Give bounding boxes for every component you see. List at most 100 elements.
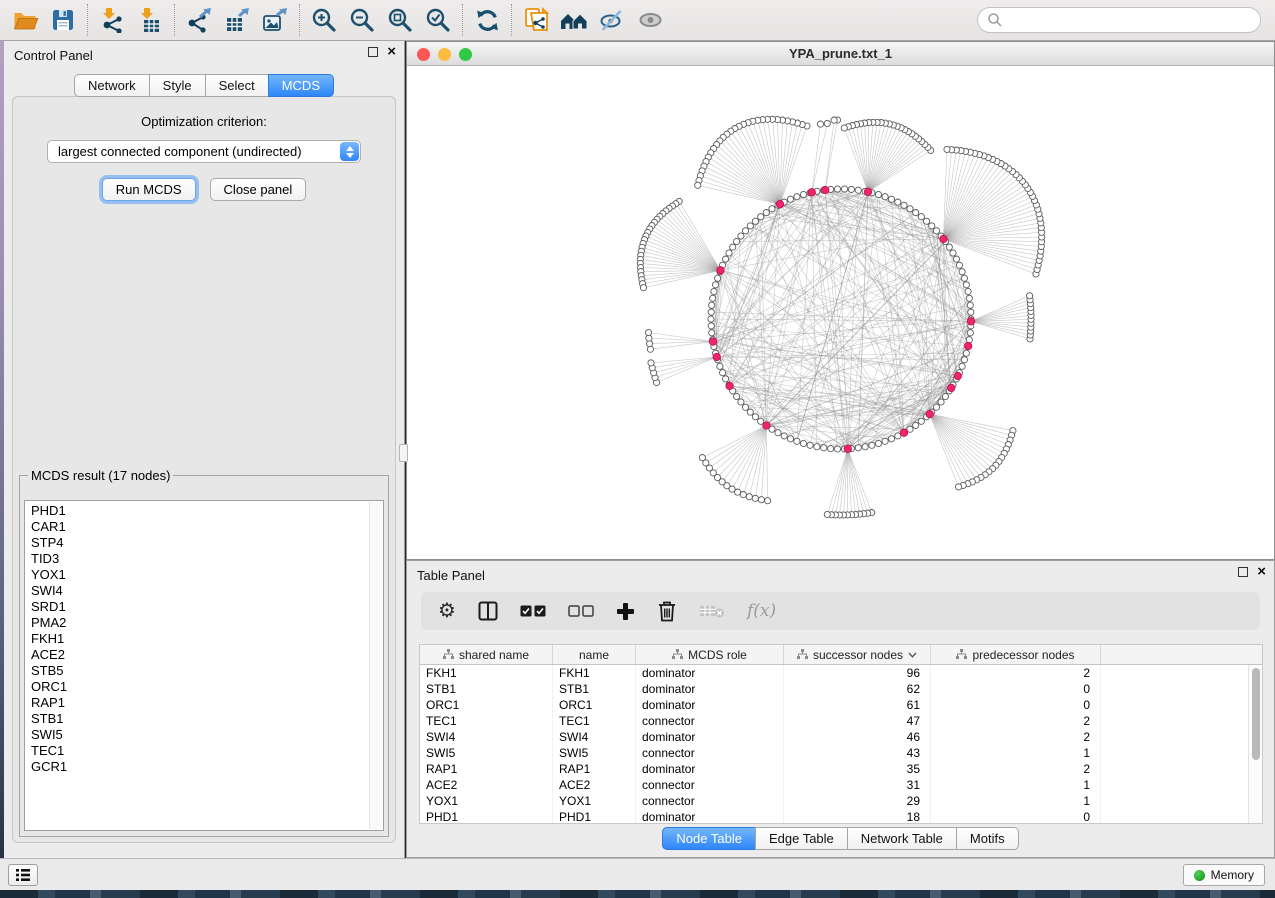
network-canvas[interactable] (407, 66, 1274, 559)
show-all-icon[interactable] (631, 3, 669, 37)
network-node[interactable] (855, 187, 861, 193)
network-node[interactable] (953, 256, 959, 262)
network-node[interactable] (752, 218, 758, 224)
tab-style[interactable]: Style (149, 74, 206, 97)
network-node[interactable] (869, 442, 875, 448)
mcds-hub-node[interactable] (948, 384, 955, 391)
network-node[interactable] (711, 288, 717, 294)
network-node[interactable] (746, 494, 752, 500)
network-node[interactable] (765, 498, 771, 504)
mcds-hub-node[interactable] (965, 342, 972, 349)
network-node[interactable] (800, 440, 806, 446)
select-all-icon[interactable] (520, 605, 546, 617)
network-node[interactable] (1027, 293, 1033, 299)
delete-column-icon[interactable] (657, 600, 677, 622)
network-node[interactable] (794, 194, 800, 200)
network-node[interactable] (933, 228, 939, 234)
network-node[interactable] (794, 438, 800, 444)
column-header-name[interactable]: name (553, 645, 636, 664)
mcds-result-item[interactable]: PHD1 (31, 503, 383, 519)
open-file-icon[interactable] (6, 3, 44, 37)
network-node[interactable] (946, 244, 952, 250)
network-node[interactable] (747, 223, 753, 229)
network-node[interactable] (895, 199, 901, 205)
network-node[interactable] (938, 399, 944, 405)
network-node[interactable] (965, 288, 971, 294)
export-network-icon[interactable] (180, 3, 218, 37)
network-node[interactable] (769, 206, 775, 212)
tab-motifs[interactable]: Motifs (956, 827, 1019, 850)
network-node[interactable] (956, 484, 962, 490)
network-node[interactable] (966, 337, 972, 343)
mcds-result-item[interactable]: CAR1 (31, 519, 383, 535)
column-header-MCDS-role[interactable]: MCDS role (636, 645, 784, 664)
close-panel-icon[interactable]: × (387, 47, 396, 57)
table-row-TEC1[interactable]: TEC1TEC1connector472 (420, 713, 1262, 729)
network-node[interactable] (699, 455, 705, 461)
minimize-window-icon[interactable] (438, 48, 451, 61)
network-node[interactable] (963, 282, 969, 288)
network-node[interactable] (944, 146, 950, 152)
network-node[interactable] (841, 125, 847, 131)
table-row-PHD1[interactable]: PHD1PHD1dominator180 (420, 809, 1262, 824)
network-node[interactable] (709, 302, 715, 308)
network-node[interactable] (775, 430, 781, 436)
table-scrollbar[interactable] (1248, 665, 1262, 823)
network-node[interactable] (726, 250, 732, 256)
network-node[interactable] (875, 191, 881, 197)
memory-button[interactable]: Memory (1183, 864, 1265, 886)
network-node[interactable] (720, 370, 726, 376)
network-node[interactable] (848, 186, 854, 192)
network-node[interactable] (967, 302, 973, 308)
column-header-shared-name[interactable]: shared name (420, 645, 553, 664)
table-row-FKH1[interactable]: FKH1FKH1dominator962 (420, 665, 1262, 681)
mcds-result-item[interactable]: ORC1 (31, 679, 383, 695)
network-node[interactable] (834, 186, 840, 192)
run-mcds-button[interactable]: Run MCDS (102, 178, 196, 201)
network-node[interactable] (966, 295, 972, 301)
float-panel-icon[interactable] (1238, 567, 1248, 577)
network-node[interactable] (708, 316, 714, 322)
mcds-hub-node[interactable] (709, 338, 716, 345)
mcds-hub-node[interactable] (926, 410, 933, 417)
network-node[interactable] (747, 409, 753, 415)
network-node[interactable] (888, 196, 894, 202)
table-row-YOX1[interactable]: YOX1YOX1connector291 (420, 793, 1262, 809)
duplicate-network-icon[interactable] (517, 3, 555, 37)
mcds-hub-node[interactable] (713, 353, 720, 360)
network-node[interactable] (913, 210, 919, 216)
network-node[interactable] (950, 250, 956, 256)
table-row-ORC1[interactable]: ORC1ORC1dominator610 (420, 697, 1262, 713)
network-node[interactable] (730, 244, 736, 250)
mcds-result-item[interactable]: SWI4 (31, 583, 383, 599)
scrollbar-thumb[interactable] (1252, 668, 1260, 760)
network-node[interactable] (918, 214, 924, 220)
network-node[interactable] (963, 350, 969, 356)
delete-table-icon[interactable] (699, 603, 725, 619)
tab-network-table[interactable]: Network Table (847, 827, 957, 850)
network-node[interactable] (752, 495, 758, 501)
mcds-hub-node[interactable] (822, 186, 829, 193)
add-column-icon[interactable] (616, 602, 635, 621)
mcds-hub-node[interactable] (808, 189, 815, 196)
network-node[interactable] (640, 285, 646, 291)
network-node[interactable] (882, 438, 888, 444)
network-node[interactable] (918, 418, 924, 424)
close-panel-icon[interactable]: × (1257, 567, 1266, 577)
network-node[interactable] (895, 433, 901, 439)
tab-mcds[interactable]: MCDS (268, 74, 334, 97)
network-node[interactable] (738, 399, 744, 405)
zoom-window-icon[interactable] (459, 48, 472, 61)
close-panel-button[interactable]: Close panel (210, 178, 307, 201)
table-row-STB1[interactable]: STB1STB1dominator620 (420, 681, 1262, 697)
table-row-ACE2[interactable]: ACE2ACE2connector311 (420, 777, 1262, 793)
function-builder-icon[interactable]: f(x) (747, 601, 776, 621)
mcds-hub-node[interactable] (844, 445, 851, 452)
network-node[interactable] (841, 186, 847, 192)
mcds-hub-node[interactable] (726, 382, 733, 389)
network-node[interactable] (800, 191, 806, 197)
zoom-in-icon[interactable] (305, 3, 343, 37)
table-row-SWI4[interactable]: SWI4SWI4dominator462 (420, 729, 1262, 745)
network-node[interactable] (824, 120, 830, 126)
network-node[interactable] (907, 206, 913, 212)
